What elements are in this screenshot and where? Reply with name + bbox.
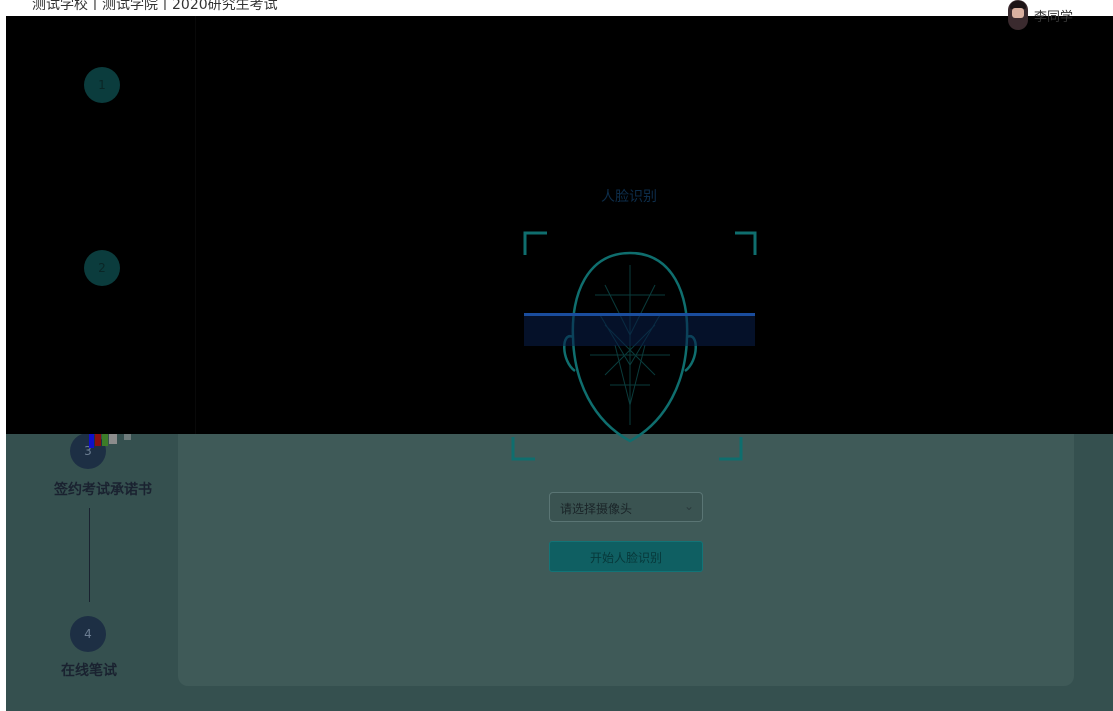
step-2-circle: 2 <box>84 250 120 286</box>
chevron-down-icon: ⌄ <box>683 499 694 513</box>
render-artifact <box>89 434 94 448</box>
face-verify-title: 人脸识别 <box>601 189 657 205</box>
camera-select[interactable]: 请选择摄像头 ⌄ <box>549 492 703 522</box>
exam-title: 测试学校丨测试学院丨2020研究生考试 <box>32 0 278 13</box>
frame-corner-top-left <box>523 231 547 255</box>
step-4-circle: 4 <box>70 616 106 652</box>
render-artifact <box>95 434 101 446</box>
avatar-face <box>1012 8 1024 18</box>
start-face-verify-button[interactable]: 开始人脸识别 <box>549 541 703 572</box>
user-avatar[interactable] <box>1008 0 1028 30</box>
face-scan-illustration <box>511 231 757 461</box>
step-1-circle: 1 <box>84 67 120 103</box>
user-name[interactable]: 李同学 <box>1034 6 1073 25</box>
render-artifact <box>109 434 117 444</box>
step-3-label: 签约考试承诺书 <box>54 482 152 498</box>
scan-glow <box>524 316 755 346</box>
camera-select-value: 请选择摄像头 <box>560 502 633 516</box>
start-button-label: 开始人脸识别 <box>589 551 662 565</box>
step-4-label: 在线笔试 <box>61 663 117 679</box>
render-artifact <box>124 434 131 440</box>
step-connector <box>89 508 90 602</box>
frame-corner-bottom-right <box>719 437 743 461</box>
frame-corner-top-right <box>735 231 757 255</box>
render-artifact <box>102 434 108 446</box>
scan-line <box>524 313 755 316</box>
overlay-divider <box>195 16 196 434</box>
top-header: 测试学校丨测试学院丨2020研究生考试 <box>0 0 1113 16</box>
frame-corner-bottom-left <box>511 437 535 461</box>
